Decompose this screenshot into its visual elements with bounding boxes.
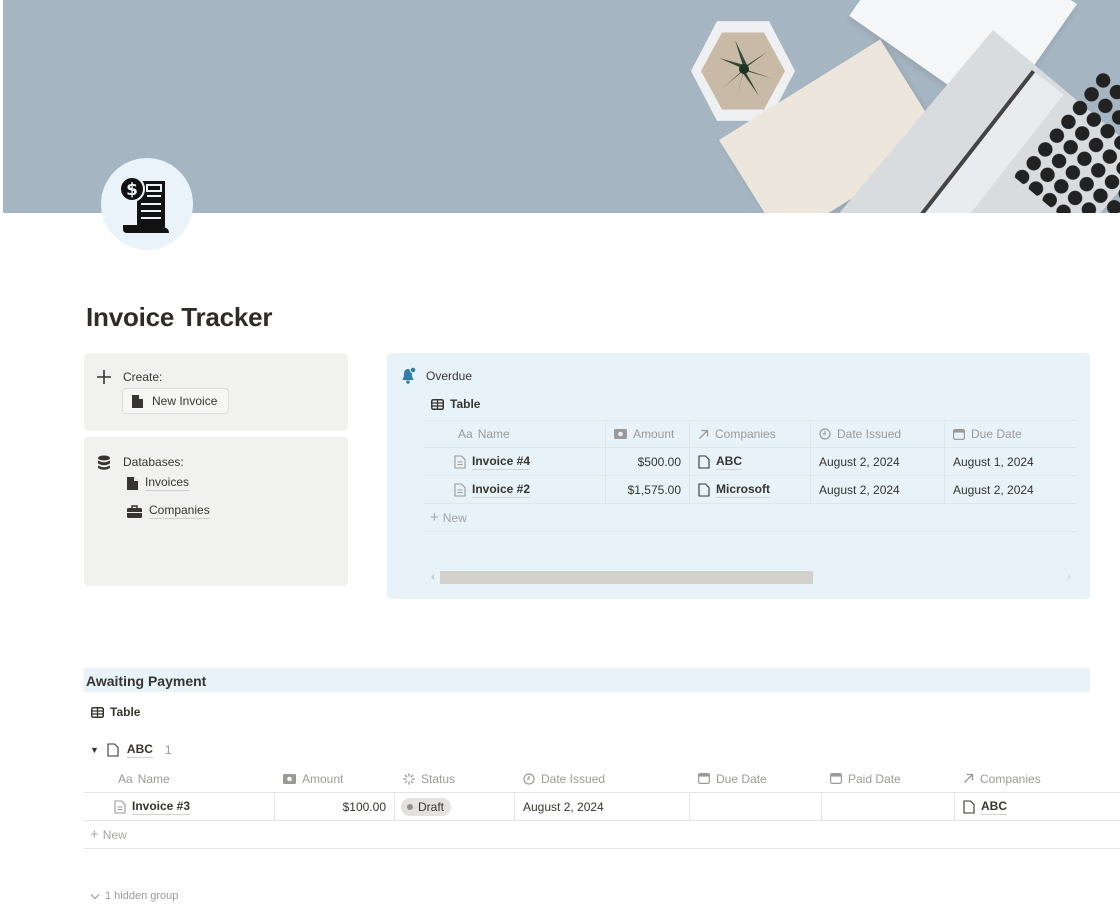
calendar-icon — [953, 428, 965, 440]
group-name[interactable]: ABC — [126, 742, 153, 758]
table-icon — [91, 706, 104, 718]
cell-name[interactable]: Invoice #4 — [424, 448, 606, 475]
col-header-date-issued[interactable]: Date Issued — [811, 421, 945, 447]
cell-amount: $500.00 — [606, 448, 690, 475]
cell-date-issued: August 2, 2024 — [811, 476, 945, 503]
database-icon — [98, 455, 110, 470]
horizontal-scrollbar-thumb[interactable] — [440, 571, 813, 584]
awaiting-table-header: Aa Name Amount Status Date Issued Due Da… — [84, 765, 1120, 793]
briefcase-icon — [127, 504, 142, 518]
scroll-left-arrow[interactable] — [431, 574, 434, 580]
table-row[interactable]: Invoice #2 $1,575.00 Microsoft August 2,… — [424, 476, 1076, 504]
group-count: 1 — [164, 743, 172, 757]
cell-name[interactable]: Invoice #2 — [424, 476, 606, 503]
hidden-groups-toggle[interactable]: 1 hidden group — [90, 890, 178, 902]
relation-arrow-icon — [699, 429, 709, 439]
page-icon — [127, 476, 138, 490]
cell-company[interactable]: ABC — [690, 448, 811, 475]
cell-amount: $100.00 — [275, 793, 395, 820]
plus-icon — [97, 370, 111, 384]
money-icon — [614, 429, 627, 439]
relation-arrow-icon — [964, 773, 974, 783]
table-icon — [431, 398, 444, 410]
col-header-companies[interactable]: Companies — [690, 421, 811, 447]
clock-icon — [819, 428, 831, 440]
bell-icon — [402, 367, 416, 384]
overdue-view-tab-table[interactable]: Table — [431, 397, 480, 411]
col-header-name[interactable]: Aa Name — [84, 765, 275, 792]
clock-icon — [523, 772, 535, 785]
status-badge: Draft — [401, 797, 452, 816]
col-header-due-date[interactable]: Due Date — [690, 765, 822, 792]
col-header-amount[interactable]: Amount — [606, 421, 690, 447]
col-header-status[interactable]: Status — [395, 765, 515, 792]
chevron-down-icon — [90, 893, 100, 899]
awaiting-payment-heading: Awaiting Payment — [84, 668, 1090, 692]
cell-paid-date[interactable] — [822, 793, 955, 820]
new-invoice-label: New Invoice — [152, 394, 218, 408]
cell-date-issued: August 2, 2024 — [811, 448, 945, 475]
overdue-title: Overdue — [426, 369, 473, 383]
col-header-date-issued[interactable]: Date Issued — [515, 765, 690, 792]
text-property-icon: Aa — [458, 427, 473, 441]
scroll-right-arrow[interactable] — [1068, 574, 1071, 580]
link-companies[interactable]: Companies — [127, 503, 210, 519]
cell-due-date: August 2, 2024 — [953, 482, 1034, 497]
text-property-icon: Aa — [118, 771, 133, 786]
plus-icon: + — [90, 826, 99, 843]
add-new-row-button[interactable]: + New — [424, 504, 1076, 532]
plus-icon: + — [430, 509, 439, 526]
calendar-icon — [830, 773, 842, 784]
status-dot — [407, 803, 413, 810]
money-icon — [283, 773, 296, 784]
col-header-amount[interactable]: Amount — [275, 765, 395, 792]
status-spinner-icon — [403, 772, 415, 785]
col-header-name[interactable]: Aa Name — [424, 421, 606, 447]
link-companies-label: Companies — [149, 503, 210, 519]
cell-amount: $1,575.00 — [606, 476, 690, 503]
group-header-abc[interactable]: ▼ ABC 1 — [90, 742, 172, 758]
cell-company[interactable]: ABC — [955, 793, 1120, 820]
document-icon — [114, 799, 126, 814]
add-new-row-button[interactable]: + New — [84, 821, 1120, 849]
overdue-table-header: Aa Name Amount Companies Date Issued Due… — [424, 420, 1076, 448]
col-header-due-date[interactable]: Due Date — [945, 421, 1076, 447]
link-invoices-label: Invoices — [145, 475, 190, 491]
page-title: Invoice Tracker — [86, 302, 273, 332]
cell-date-issued: August 2, 2024 — [515, 793, 690, 820]
table-row[interactable]: Invoice #4 $500.00 ABC August 2, 2024 Au… — [424, 448, 1076, 476]
document-icon — [454, 482, 466, 497]
overdue-view-label: Table — [450, 397, 481, 411]
link-invoices[interactable]: Invoices — [127, 475, 190, 491]
create-label: Create: — [123, 370, 163, 384]
table-row[interactable]: Invoice #3 $100.00 Draft August 2, 2024 … — [84, 793, 1120, 821]
svg-text:$: $ — [126, 180, 138, 200]
col-header-companies[interactable]: Companies — [955, 765, 1120, 792]
cell-status[interactable]: Draft — [395, 793, 515, 820]
invoice-receipt-icon[interactable]: $ — [101, 158, 193, 250]
page-outline-icon — [107, 743, 119, 757]
page-outline-icon — [698, 454, 710, 469]
new-invoice-button[interactable]: New Invoice — [122, 388, 229, 414]
page-icon — [132, 394, 143, 408]
databases-label: Databases: — [123, 455, 184, 469]
page-outline-icon — [963, 799, 975, 814]
col-header-paid-date[interactable]: Paid Date — [822, 765, 955, 792]
cell-company[interactable]: Microsoft — [690, 476, 811, 503]
page-outline-icon — [698, 482, 710, 497]
awaiting-view-label: Table — [110, 705, 141, 719]
cell-name[interactable]: Invoice #3 — [84, 793, 275, 820]
databases-callout: Databases: — [84, 437, 348, 586]
awaiting-view-tab-table[interactable]: Table — [91, 705, 140, 719]
document-icon — [454, 454, 466, 469]
calendar-icon — [698, 773, 710, 784]
cell-due-date[interactable] — [690, 793, 822, 820]
collapse-triangle-icon[interactable]: ▼ — [90, 745, 99, 755]
cell-due-date: August 1, 2024 — [953, 454, 1034, 469]
cover-succulent — [719, 40, 771, 98]
